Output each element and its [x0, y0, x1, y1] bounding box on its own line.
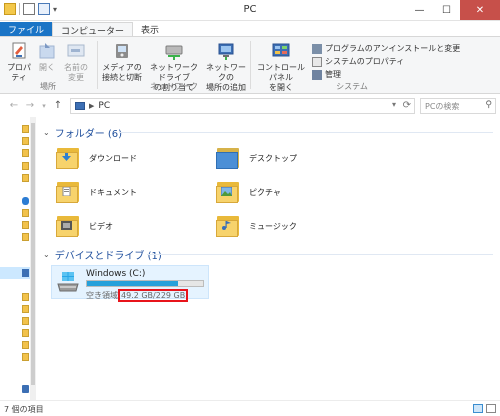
media-connect-button[interactable]: メディアの 接続と切断: [99, 41, 145, 83]
address-bar[interactable]: ▶ PC ▾ ⟳: [70, 98, 415, 114]
pc-icon[interactable]: [22, 269, 29, 277]
search-input[interactable]: PCの検索 ⚲: [420, 98, 496, 114]
view-toggle: [473, 404, 496, 413]
search-icon: ⚲: [485, 100, 492, 110]
hard-drive-icon: [57, 272, 79, 292]
open-button[interactable]: 開く: [36, 41, 58, 73]
up-button[interactable]: ↑: [52, 100, 64, 112]
folder-icon[interactable]: [22, 341, 29, 349]
folder-icon[interactable]: [22, 353, 29, 361]
details-view-icon[interactable]: [473, 404, 483, 413]
folder-icon[interactable]: [22, 293, 29, 301]
minimize-button[interactable]: —: [406, 0, 433, 20]
breadcrumb[interactable]: PC: [98, 101, 110, 111]
chevron-down-icon[interactable]: ▾: [392, 100, 396, 109]
chevron-down-icon[interactable]: ⌄: [43, 250, 50, 259]
drive-usage-fill: [87, 281, 179, 286]
folder-icon[interactable]: [22, 317, 29, 325]
properties-icon: [12, 42, 26, 59]
documents-folder-icon: [55, 179, 81, 205]
drive-usage-bar: [86, 280, 204, 287]
rename-icon: [67, 44, 85, 57]
rename-button[interactable]: 名前の 変更: [60, 41, 92, 83]
section-header-devices[interactable]: ⌄ デバイスとドライブ (1): [43, 247, 162, 262]
group-label-system: システム: [336, 82, 368, 91]
folder-icon[interactable]: [22, 305, 29, 313]
folder-icon[interactable]: [22, 209, 29, 217]
network-drive-icon: [165, 45, 183, 60]
network-location-icon: [218, 43, 234, 60]
group-label-network: ネットワーク: [150, 82, 198, 91]
folder-icon[interactable]: [22, 137, 29, 145]
open-icon: [39, 43, 55, 59]
downloads-folder-icon: [55, 145, 81, 171]
item-count: 7 個の項目: [4, 405, 44, 414]
folder-music[interactable]: ミュージック: [215, 213, 297, 239]
ribbon-tabs: ファイル コンピューター 表示: [0, 21, 500, 37]
title-bar: ▾ PC — ☐ ✕: [0, 0, 500, 21]
manage-icon: [312, 69, 322, 80]
folder-icon[interactable]: [22, 162, 29, 170]
properties-button[interactable]: プロパティ: [4, 41, 34, 83]
ribbon-separator: [97, 41, 98, 89]
drive-name: Windows (C:): [86, 269, 146, 279]
network-icon[interactable]: [22, 385, 29, 393]
onedrive-icon[interactable]: [22, 197, 29, 205]
free-space-value: 49.2 GB/229 GB: [118, 289, 189, 302]
folder-icon[interactable]: [22, 329, 29, 337]
navigation-bar: ← → ▾ ↑ ▶ PC ▾ ⟳ PCの検索 ⚲: [0, 95, 500, 117]
navigation-pane: [0, 117, 36, 400]
ribbon-group-system: コントロール パネル を開く プログラムのアンインストールと変更 システムのプロ…: [252, 39, 460, 93]
scrollbar-thumb[interactable]: [31, 123, 35, 385]
pictures-folder-icon: [215, 179, 241, 205]
folder-icon[interactable]: [22, 233, 29, 241]
folder-icon[interactable]: [22, 149, 29, 157]
videos-folder-icon: [55, 213, 81, 239]
status-bar: 7 個の項目: [0, 400, 500, 416]
uninstall-programs-button[interactable]: プログラムのアンインストールと変更: [312, 43, 460, 54]
recent-locations-button[interactable]: ▾: [38, 100, 50, 112]
window-controls: — ☐ ✕: [406, 0, 500, 20]
ribbon-group-location: プロパティ 開く 名前の 変更 場所: [0, 39, 96, 93]
forward-button[interactable]: →: [24, 100, 36, 112]
music-folder-icon: [215, 213, 241, 239]
media-device-icon: [116, 44, 128, 58]
folder-icon[interactable]: [22, 221, 29, 229]
pc-icon: [75, 102, 85, 110]
desktop-folder-icon: [215, 145, 241, 171]
control-panel-icon: [272, 43, 290, 57]
section-header-folders[interactable]: ⌄ フォルダー (6): [43, 125, 122, 140]
divider: [119, 132, 493, 133]
system-properties-icon: [312, 56, 322, 67]
close-button[interactable]: ✕: [460, 0, 500, 20]
refresh-icon[interactable]: ⟳: [403, 100, 411, 111]
group-label-location: 場所: [40, 82, 56, 91]
maximize-button[interactable]: ☐: [433, 0, 460, 20]
ribbon-separator: [250, 41, 251, 89]
folder-icon[interactable]: [22, 125, 29, 133]
file-list: ⌄ フォルダー (6) ダウンロード デスクトップ ドキュメント ピクチャ ビデ…: [37, 117, 500, 400]
folder-icon[interactable]: [22, 174, 29, 182]
folder-pictures[interactable]: ピクチャ: [215, 179, 281, 205]
folder-downloads[interactable]: ダウンロード: [55, 145, 137, 171]
drive-free-space: 空き領域 49.2 GB/229 GB: [86, 289, 189, 302]
chevron-down-icon[interactable]: ⌄: [43, 128, 50, 137]
folder-documents[interactable]: ドキュメント: [55, 179, 137, 205]
tab-view[interactable]: 表示: [133, 22, 167, 37]
large-icons-view-icon[interactable]: [486, 404, 496, 413]
drive-c[interactable]: Windows (C:) 空き領域 49.2 GB/229 GB: [51, 265, 209, 302]
tab-file[interactable]: ファイル: [0, 22, 53, 37]
divider: [147, 254, 493, 255]
ribbon: プロパティ 開く 名前の 変更 場所 メディアの 接続と切断 ネットワーク ドラ…: [0, 36, 500, 94]
tab-computer[interactable]: コンピューター: [52, 22, 134, 37]
system-properties-button[interactable]: システムのプロパティ: [312, 56, 404, 67]
breadcrumb-separator-icon: ▶: [89, 102, 95, 110]
manage-button[interactable]: 管理: [312, 69, 341, 80]
folder-desktop[interactable]: デスクトップ: [215, 145, 297, 171]
programs-icon: [312, 43, 322, 54]
folder-videos[interactable]: ビデオ: [55, 213, 113, 239]
back-button[interactable]: ←: [8, 100, 20, 112]
ribbon-group-network: メディアの 接続と切断 ネットワーク ドライブ の割り当て ネットワークの 場所…: [99, 39, 249, 93]
